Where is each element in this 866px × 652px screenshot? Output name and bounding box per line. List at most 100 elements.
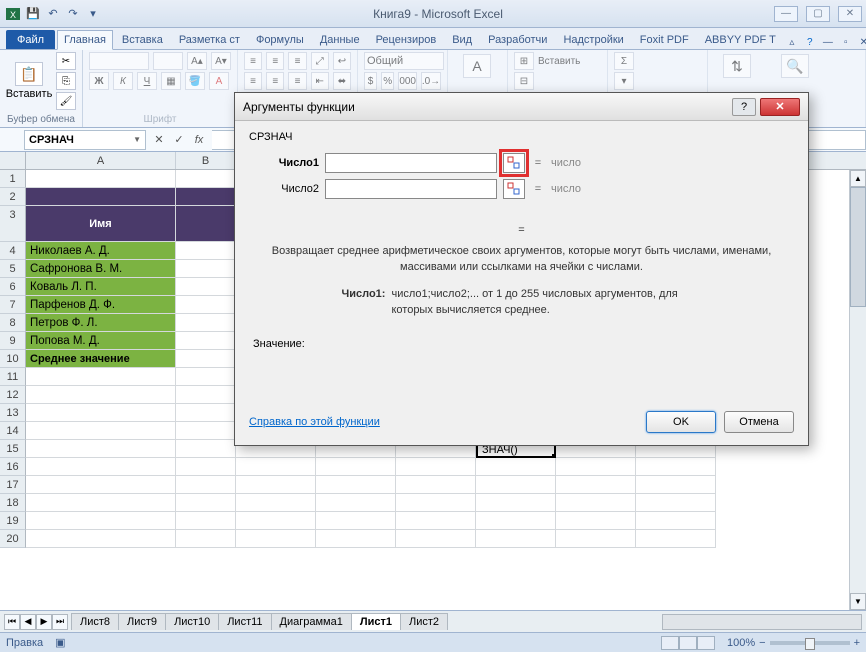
copy-icon[interactable]: ⎘	[56, 72, 76, 90]
row-header-4[interactable]: 4	[0, 242, 26, 260]
indent-dec-icon[interactable]: ⇤	[311, 72, 329, 90]
cell-H19[interactable]	[636, 512, 716, 530]
tab-foxit[interactable]: Foxit PDF	[633, 30, 696, 49]
cell-B2[interactable]	[176, 188, 236, 206]
cell-G16[interactable]	[556, 458, 636, 476]
cell-B19[interactable]	[176, 512, 236, 530]
align-bot-icon[interactable]: ≡	[288, 52, 306, 70]
cell-A16[interactable]	[26, 458, 176, 476]
cell-E17[interactable]	[396, 476, 476, 494]
cell-B5[interactable]	[176, 260, 236, 278]
cell-B3[interactable]	[176, 206, 236, 242]
percent-icon[interactable]: %	[381, 72, 394, 90]
row-header-11[interactable]: 11	[0, 368, 26, 386]
row-header-10[interactable]: 10	[0, 350, 26, 368]
bold-icon[interactable]: Ж	[89, 72, 109, 90]
cell-H20[interactable]	[636, 530, 716, 548]
zoom-in-icon[interactable]: +	[854, 637, 860, 649]
row-header-12[interactable]: 12	[0, 386, 26, 404]
currency-icon[interactable]: $	[364, 72, 377, 90]
cell-B8[interactable]	[176, 314, 236, 332]
cell-A9[interactable]: Попова М. Д.	[26, 332, 176, 350]
cell-F17[interactable]	[476, 476, 556, 494]
cancel-formula-icon[interactable]: ✕	[150, 131, 168, 149]
sheet-prev-icon[interactable]: ◀	[20, 614, 36, 630]
name-box[interactable]: СРЗНАЧ▼	[24, 130, 146, 150]
delete-cells-icon[interactable]: ⊟	[514, 72, 534, 90]
cell-C17[interactable]	[236, 476, 316, 494]
workbook-minimize-icon[interactable]: —	[821, 35, 835, 49]
save-icon[interactable]: 💾	[24, 5, 42, 23]
select-all-corner[interactable]	[0, 152, 26, 169]
tab-insert[interactable]: Вставка	[115, 30, 170, 49]
cell-B14[interactable]	[176, 422, 236, 440]
cell-B20[interactable]	[176, 530, 236, 548]
cell-A10[interactable]: Среднее значение	[26, 350, 176, 368]
sheet-tab-Лист9[interactable]: Лист9	[118, 613, 166, 630]
insert-function-icon[interactable]: fx	[190, 131, 208, 149]
row-header-18[interactable]: 18	[0, 494, 26, 512]
cell-A2[interactable]	[26, 188, 176, 206]
cell-B12[interactable]	[176, 386, 236, 404]
cell-D18[interactable]	[316, 494, 396, 512]
cell-A7[interactable]: Парфенов Д. Ф.	[26, 296, 176, 314]
cell-C19[interactable]	[236, 512, 316, 530]
cell-B6[interactable]	[176, 278, 236, 296]
view-layout-icon[interactable]	[679, 636, 697, 650]
cell-C18[interactable]	[236, 494, 316, 512]
font-family-box[interactable]	[89, 52, 149, 70]
row-header-1[interactable]: 1	[0, 170, 26, 188]
number-format-box[interactable]: Общий	[364, 52, 444, 70]
cell-A17[interactable]	[26, 476, 176, 494]
cell-B13[interactable]	[176, 404, 236, 422]
row-header-20[interactable]: 20	[0, 530, 26, 548]
sheet-tab-Лист10[interactable]: Лист10	[165, 613, 219, 630]
merge-icon[interactable]: ⬌	[333, 72, 351, 90]
cell-B11[interactable]	[176, 368, 236, 386]
shrink-font-icon[interactable]: A▾	[211, 52, 231, 70]
row-header-6[interactable]: 6	[0, 278, 26, 296]
sheet-tab-Лист2[interactable]: Лист2	[400, 613, 448, 630]
row-header-15[interactable]: 15	[0, 440, 26, 458]
row-header-5[interactable]: 5	[0, 260, 26, 278]
cell-A1[interactable]	[26, 170, 176, 188]
fill-icon[interactable]: ▾	[614, 72, 634, 90]
horizontal-scrollbar[interactable]	[662, 614, 862, 630]
cell-C20[interactable]	[236, 530, 316, 548]
zoom-slider[interactable]	[770, 641, 850, 645]
cell-A8[interactable]: Петров Ф. Л.	[26, 314, 176, 332]
row-header-14[interactable]: 14	[0, 422, 26, 440]
cell-B18[interactable]	[176, 494, 236, 512]
font-color-icon[interactable]: A	[209, 72, 229, 90]
row-header-16[interactable]: 16	[0, 458, 26, 476]
align-mid-icon[interactable]: ≡	[266, 52, 284, 70]
row-header-7[interactable]: 7	[0, 296, 26, 314]
row-header-8[interactable]: 8	[0, 314, 26, 332]
cell-A14[interactable]	[26, 422, 176, 440]
orientation-icon[interactable]: ⤢	[311, 52, 329, 70]
ok-button[interactable]: OK	[646, 411, 716, 433]
cut-icon[interactable]: ✂	[56, 52, 76, 70]
comma-icon[interactable]: 000	[398, 72, 417, 90]
zoom-out-icon[interactable]: −	[759, 637, 765, 649]
minimize-button[interactable]: —	[774, 6, 798, 22]
workbook-restore-icon[interactable]: ▫	[839, 35, 853, 49]
help-icon[interactable]: ?	[803, 35, 817, 49]
cell-A19[interactable]	[26, 512, 176, 530]
function-help-link[interactable]: Справка по этой функции	[249, 416, 380, 428]
tab-file[interactable]: Файл	[6, 30, 55, 49]
wrap-text-icon[interactable]: ↩	[333, 52, 351, 70]
row-header-13[interactable]: 13	[0, 404, 26, 422]
tab-formulas[interactable]: Формулы	[249, 30, 311, 49]
view-pagebreak-icon[interactable]	[697, 636, 715, 650]
find-select-button[interactable]: 🔍	[772, 52, 818, 80]
cell-G18[interactable]	[556, 494, 636, 512]
tab-review[interactable]: Рецензиров	[369, 30, 444, 49]
dialog-title-bar[interactable]: Аргументы функции ? ✕	[235, 93, 808, 121]
arg1-range-selector[interactable]	[503, 153, 525, 173]
cell-E20[interactable]	[396, 530, 476, 548]
align-left-icon[interactable]: ≡	[244, 72, 262, 90]
cell-B1[interactable]	[176, 170, 236, 188]
undo-icon[interactable]: ↶	[44, 5, 62, 23]
cell-D16[interactable]	[316, 458, 396, 476]
